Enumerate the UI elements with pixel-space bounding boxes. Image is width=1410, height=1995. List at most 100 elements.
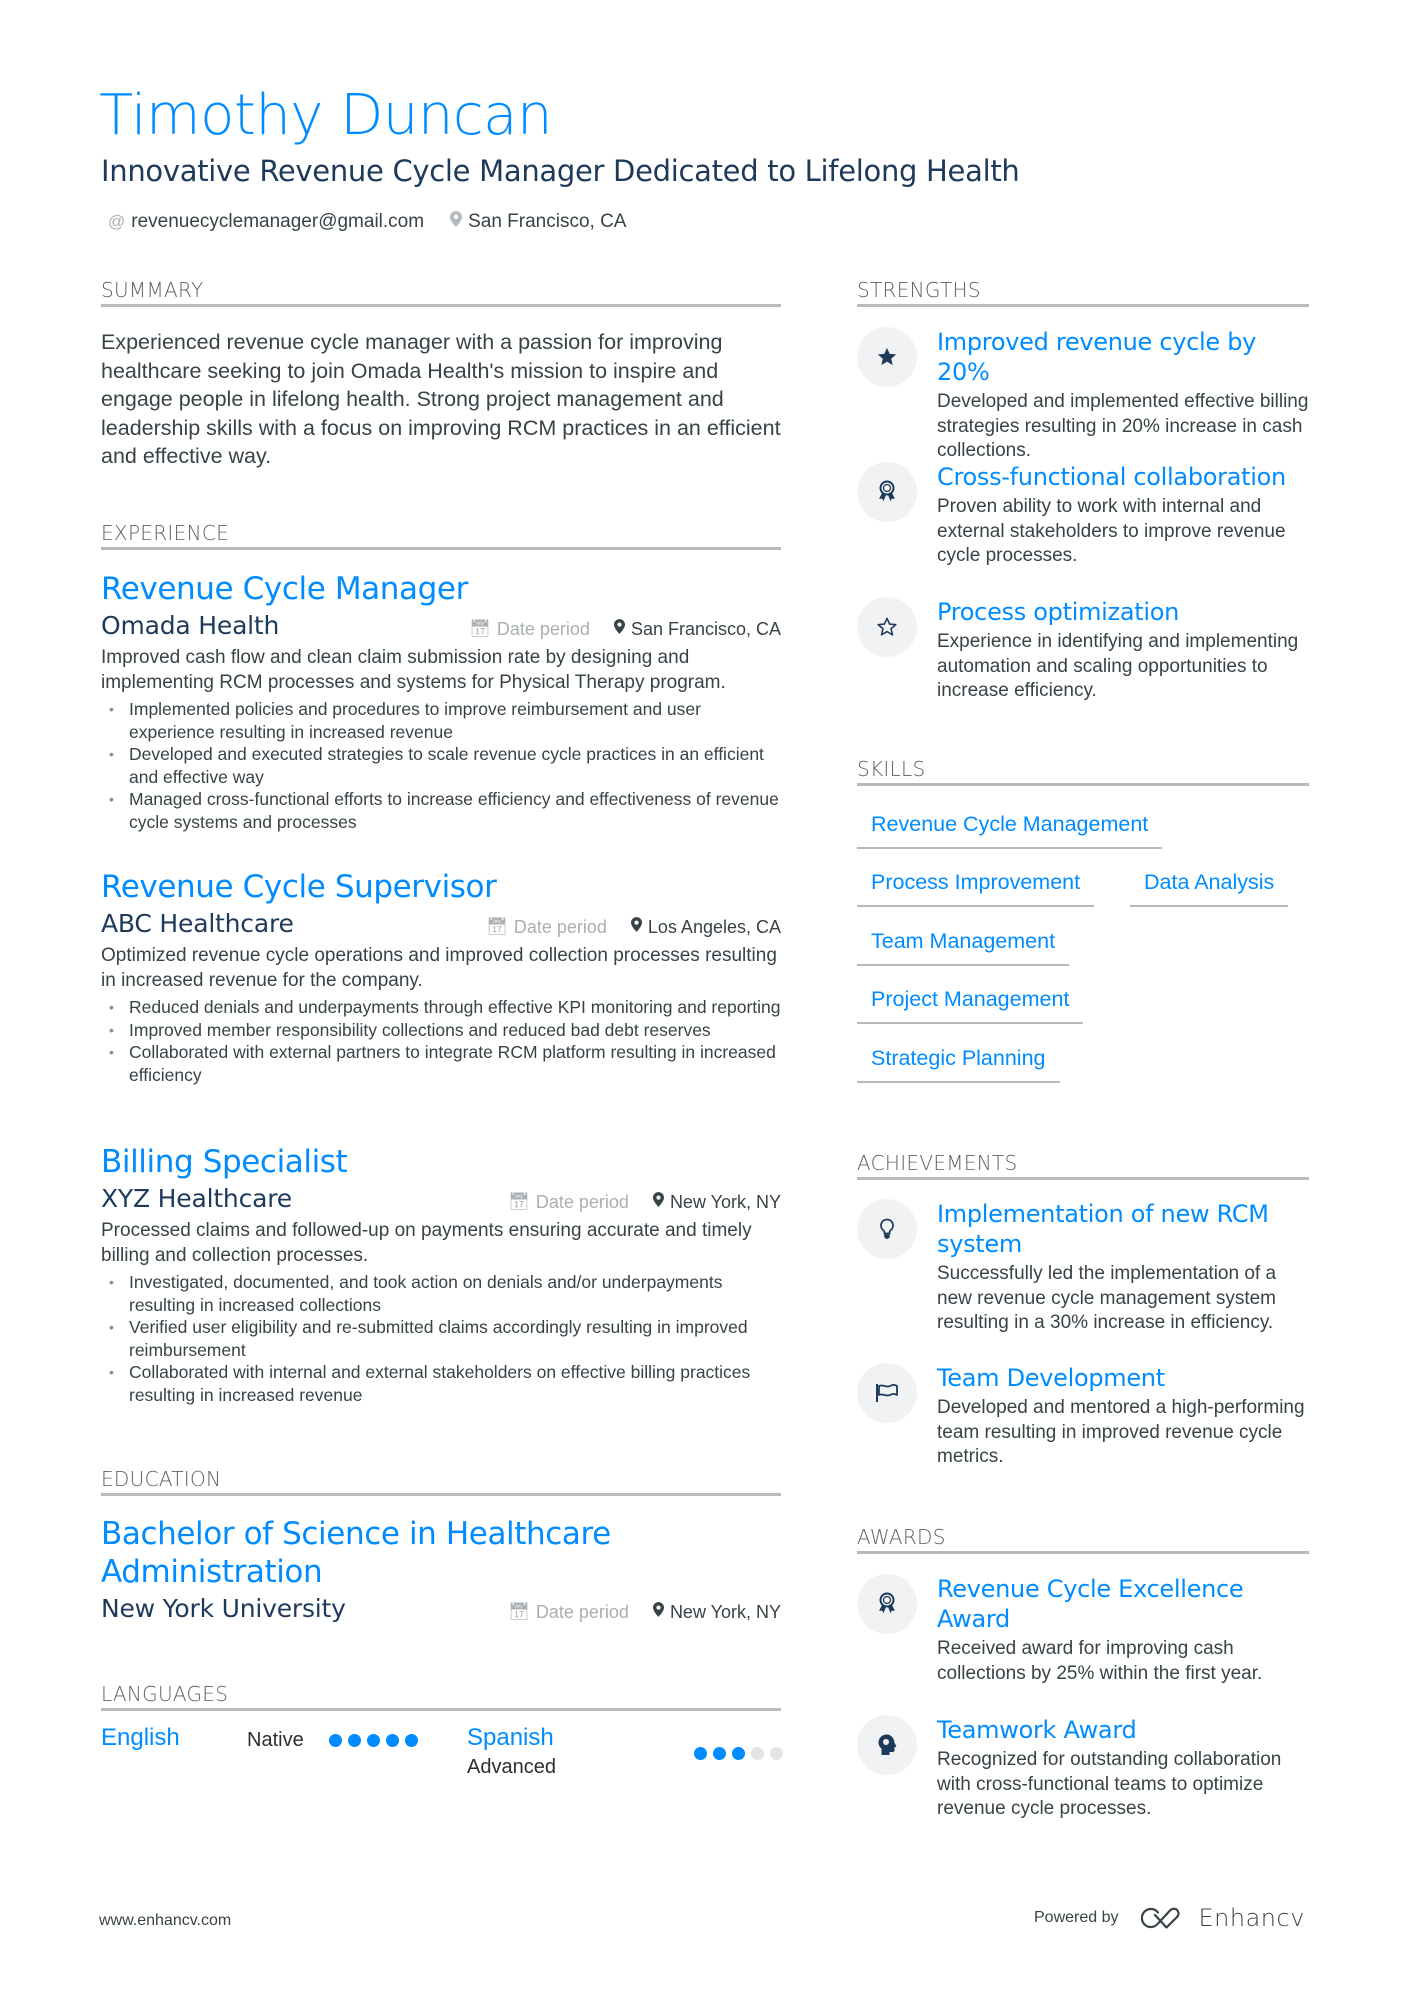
contact-email[interactable]: @ revenuecyclemanager@gmail.com — [108, 210, 424, 234]
strength-description: Proven ability to work with internal and… — [937, 496, 1286, 566]
education-divider — [101, 1493, 781, 1496]
company-name: XYZ Healthcare — [101, 1184, 292, 1213]
achievements-heading: Achievements — [857, 1151, 1018, 1175]
summary-text: Experienced revenue cycle manager with a… — [101, 330, 781, 468]
strengths-divider — [857, 304, 1309, 307]
rating-dot-filled — [405, 1734, 418, 1747]
achievement-description: Successfully led the implementation of a… — [937, 1263, 1277, 1333]
skill-tag: Data Analysis — [1130, 869, 1289, 907]
skills-heading: Skills — [857, 757, 926, 781]
award-description: Received award for improving cash collec… — [937, 1638, 1263, 1684]
candidate-tagline: Innovative Revenue Cycle Manager Dedicat… — [101, 154, 1020, 188]
job-entry: Billing Specialist XYZ Healthcare 📅︎ Date… — [101, 1143, 781, 1406]
powered-by-text: Powered by — [1034, 1909, 1119, 1926]
job-date: Date period — [513, 916, 607, 937]
education-location: New York, NY — [669, 1601, 781, 1622]
footer-website-link[interactable]: www.enhancv.com — [99, 1912, 231, 1930]
job-location: Los Angeles, CA — [647, 916, 781, 937]
languages-heading: Languages — [101, 1682, 229, 1706]
map-pin-icon — [630, 917, 642, 937]
degree-title: Bachelor of Science in Healthcare Admini… — [101, 1516, 611, 1590]
language-name: English — [101, 1724, 180, 1751]
strengths-heading: Strengths — [857, 278, 981, 302]
job-bullet: Investigated, documented, and took actio… — [101, 1271, 781, 1316]
achievement-title: Implementation of new RCM system — [937, 1200, 1269, 1258]
job-bullets: Implemented policies and procedures to i… — [101, 698, 781, 833]
rating-dot-filled — [367, 1734, 380, 1747]
job-bullet: Implemented policies and procedures to i… — [101, 698, 781, 743]
map-pin-icon — [652, 1192, 664, 1212]
calendar-icon: 📅︎ — [508, 1602, 530, 1621]
job-title: Revenue Cycle Supervisor — [101, 869, 497, 905]
contact-location: San Francisco, CA — [450, 210, 626, 234]
award-title: Teamwork Award — [937, 1716, 1137, 1744]
strength-description: Experience in identifying and implementi… — [937, 631, 1299, 701]
summary-divider — [101, 304, 781, 307]
map-pin-icon — [652, 1602, 664, 1622]
skill-tag: Project Management — [857, 986, 1084, 1024]
strength-item: Improved revenue cycle by 20% Developed … — [857, 327, 1309, 464]
job-description: Processed claims and followed-up on paym… — [101, 1220, 752, 1266]
company-name: Omada Health — [101, 611, 280, 640]
awards-heading: Awards — [857, 1525, 946, 1549]
award-title: Revenue Cycle Excellence Award — [937, 1575, 1244, 1633]
strength-item: Cross-functional collaboration Proven ab… — [857, 462, 1309, 569]
candidate-name: Timothy Duncan — [99, 83, 552, 148]
language-rating — [694, 1747, 783, 1760]
job-date: Date period — [535, 1191, 629, 1212]
company-name: ABC Healthcare — [101, 909, 294, 938]
star-outline-icon — [857, 597, 917, 657]
rating-dot-filled — [694, 1747, 707, 1760]
enhancv-logo[interactable]: Enhancv — [1140, 1904, 1305, 1932]
education-date: Date period — [535, 1601, 629, 1622]
rating-dot-filled — [732, 1747, 745, 1760]
strength-title: Improved revenue cycle by 20% — [937, 328, 1257, 386]
job-bullets: Reduced denials and underpayments throug… — [101, 996, 781, 1086]
achievements-divider — [857, 1177, 1309, 1180]
job-description: Improved cash flow and clean claim submi… — [101, 647, 726, 693]
contact-info: @ revenuecyclemanager@gmail.com San Fran… — [108, 210, 626, 234]
award-ribbon-icon — [857, 462, 917, 522]
achievement-description: Developed and mentored a high-performing… — [937, 1397, 1305, 1467]
experience-heading: Experience — [101, 521, 230, 545]
awards-divider — [857, 1551, 1309, 1554]
job-bullet: Reduced denials and underpayments throug… — [101, 996, 781, 1019]
calendar-icon: 📅︎ — [508, 1192, 530, 1211]
job-bullet: Collaborated with internal and external … — [101, 1361, 781, 1406]
skill-tag: Team Management — [857, 928, 1070, 966]
achievement-item: Implementation of new RCM system Success… — [857, 1199, 1309, 1336]
experience-divider — [101, 547, 781, 550]
rating-dot-empty — [751, 1747, 764, 1760]
strength-description: Developed and implemented effective bill… — [937, 391, 1309, 461]
strength-title: Cross-functional collaboration — [937, 463, 1286, 491]
map-pin-icon — [613, 619, 625, 639]
location-text: San Francisco, CA — [468, 211, 627, 232]
education-heading: Education — [101, 1467, 222, 1491]
at-icon: @ — [108, 212, 126, 231]
job-bullet: Improved member responsibility collectio… — [101, 1019, 781, 1042]
enhancv-logo-text: Enhancv — [1198, 1904, 1305, 1932]
map-pin-icon — [450, 210, 463, 234]
school-name: New York University — [101, 1594, 346, 1623]
job-bullets: Investigated, documented, and took actio… — [101, 1271, 781, 1406]
job-bullet: Managed cross-functional efforts to incr… — [101, 788, 781, 833]
job-entry: Revenue Cycle Manager Omada Health 📅︎ Dat… — [101, 570, 781, 833]
job-bullet: Collaborated with external partners to i… — [101, 1041, 781, 1086]
job-description: Optimized revenue cycle operations and i… — [101, 945, 777, 991]
languages-divider — [101, 1708, 781, 1711]
head-brain-icon — [857, 1715, 917, 1775]
language-level: Advanced — [467, 1756, 556, 1778]
award-item: Teamwork Award Recognized for outstandin… — [857, 1715, 1309, 1822]
job-title: Revenue Cycle Manager — [101, 571, 468, 607]
job-location: San Francisco, CA — [630, 618, 781, 639]
rating-dot-filled — [713, 1747, 726, 1760]
calendar-icon: 📅︎ — [486, 917, 508, 936]
award-item: Revenue Cycle Excellence Award Received … — [857, 1574, 1309, 1686]
achievement-item: Team Development Developed and mentored … — [857, 1363, 1309, 1470]
star-filled-icon — [857, 327, 917, 387]
job-bullet: Developed and executed strategies to sca… — [101, 743, 781, 788]
award-ribbon-icon — [857, 1574, 917, 1634]
job-entry: Revenue Cycle Supervisor ABC Healthcare … — [101, 868, 781, 1086]
job-date: Date period — [496, 618, 590, 639]
strength-item: Process optimization Experience in ident… — [857, 597, 1309, 704]
